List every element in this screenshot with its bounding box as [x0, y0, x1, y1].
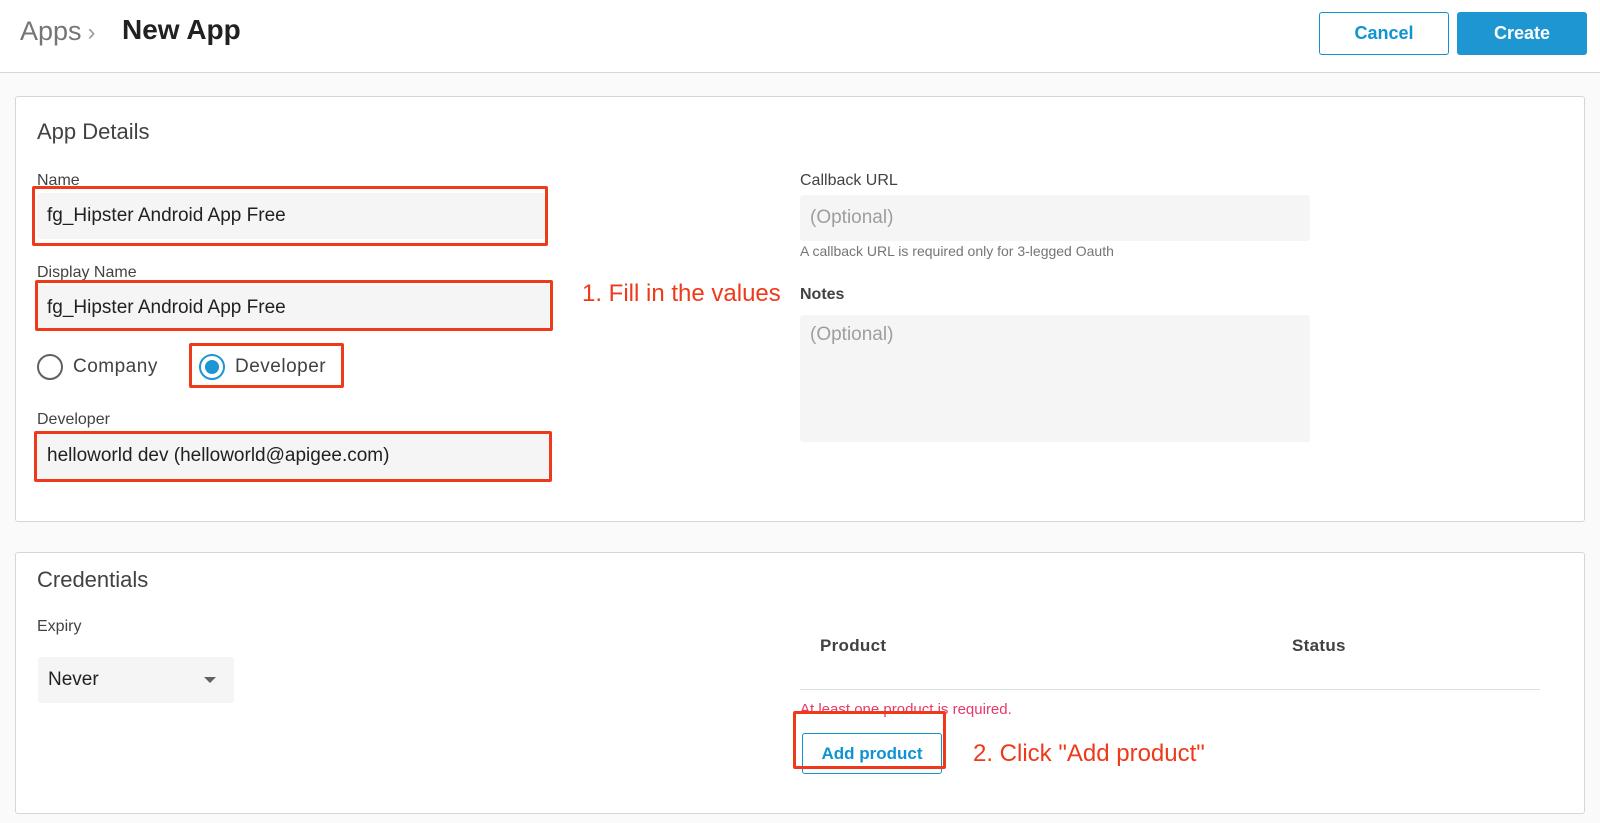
highlight-name — [32, 186, 548, 246]
highlight-developer-radio — [189, 343, 344, 388]
notes-label: Notes — [800, 286, 845, 303]
developer-label: Developer — [37, 411, 110, 428]
callback-url-input[interactable]: (Optional) — [800, 195, 1310, 241]
radio-company-label: Company — [73, 356, 158, 377]
create-button[interactable]: Create — [1457, 12, 1587, 55]
highlight-add-product — [793, 711, 946, 769]
app-details-title: App Details — [37, 119, 150, 144]
radio-company[interactable]: Company — [37, 354, 158, 380]
callback-url-label: Callback URL — [800, 172, 898, 189]
chevron-right-icon: › — [87, 18, 96, 46]
breadcrumb[interactable]: Apps › — [20, 16, 96, 47]
expiry-select[interactable]: Never — [38, 657, 234, 703]
table-divider — [800, 689, 1540, 690]
breadcrumb-apps-link[interactable]: Apps — [20, 16, 82, 47]
credentials-title: Credentials — [37, 567, 149, 592]
annotation-step-2: 2. Click "Add product" — [973, 740, 1205, 767]
expiry-value: Never — [48, 669, 99, 690]
notes-textarea[interactable]: (Optional) — [800, 315, 1310, 442]
annotation-step-1: 1. Fill in the values — [582, 280, 781, 307]
credentials-card: Credentials Expiry Never Product Status … — [15, 552, 1585, 814]
highlight-developer — [34, 431, 552, 482]
page-header: Apps › New App Cancel Create — [0, 0, 1600, 73]
radio-circle-icon[interactable] — [37, 354, 63, 380]
page-title: New App — [122, 14, 241, 45]
cancel-button[interactable]: Cancel — [1319, 12, 1449, 55]
highlight-display-name — [35, 280, 553, 331]
expiry-label: Expiry — [37, 618, 82, 635]
table-header-product: Product — [820, 636, 887, 655]
callback-url-hint: A callback URL is required only for 3-le… — [800, 243, 1114, 259]
caret-down-icon — [204, 677, 216, 683]
table-header-status: Status — [1292, 636, 1346, 655]
